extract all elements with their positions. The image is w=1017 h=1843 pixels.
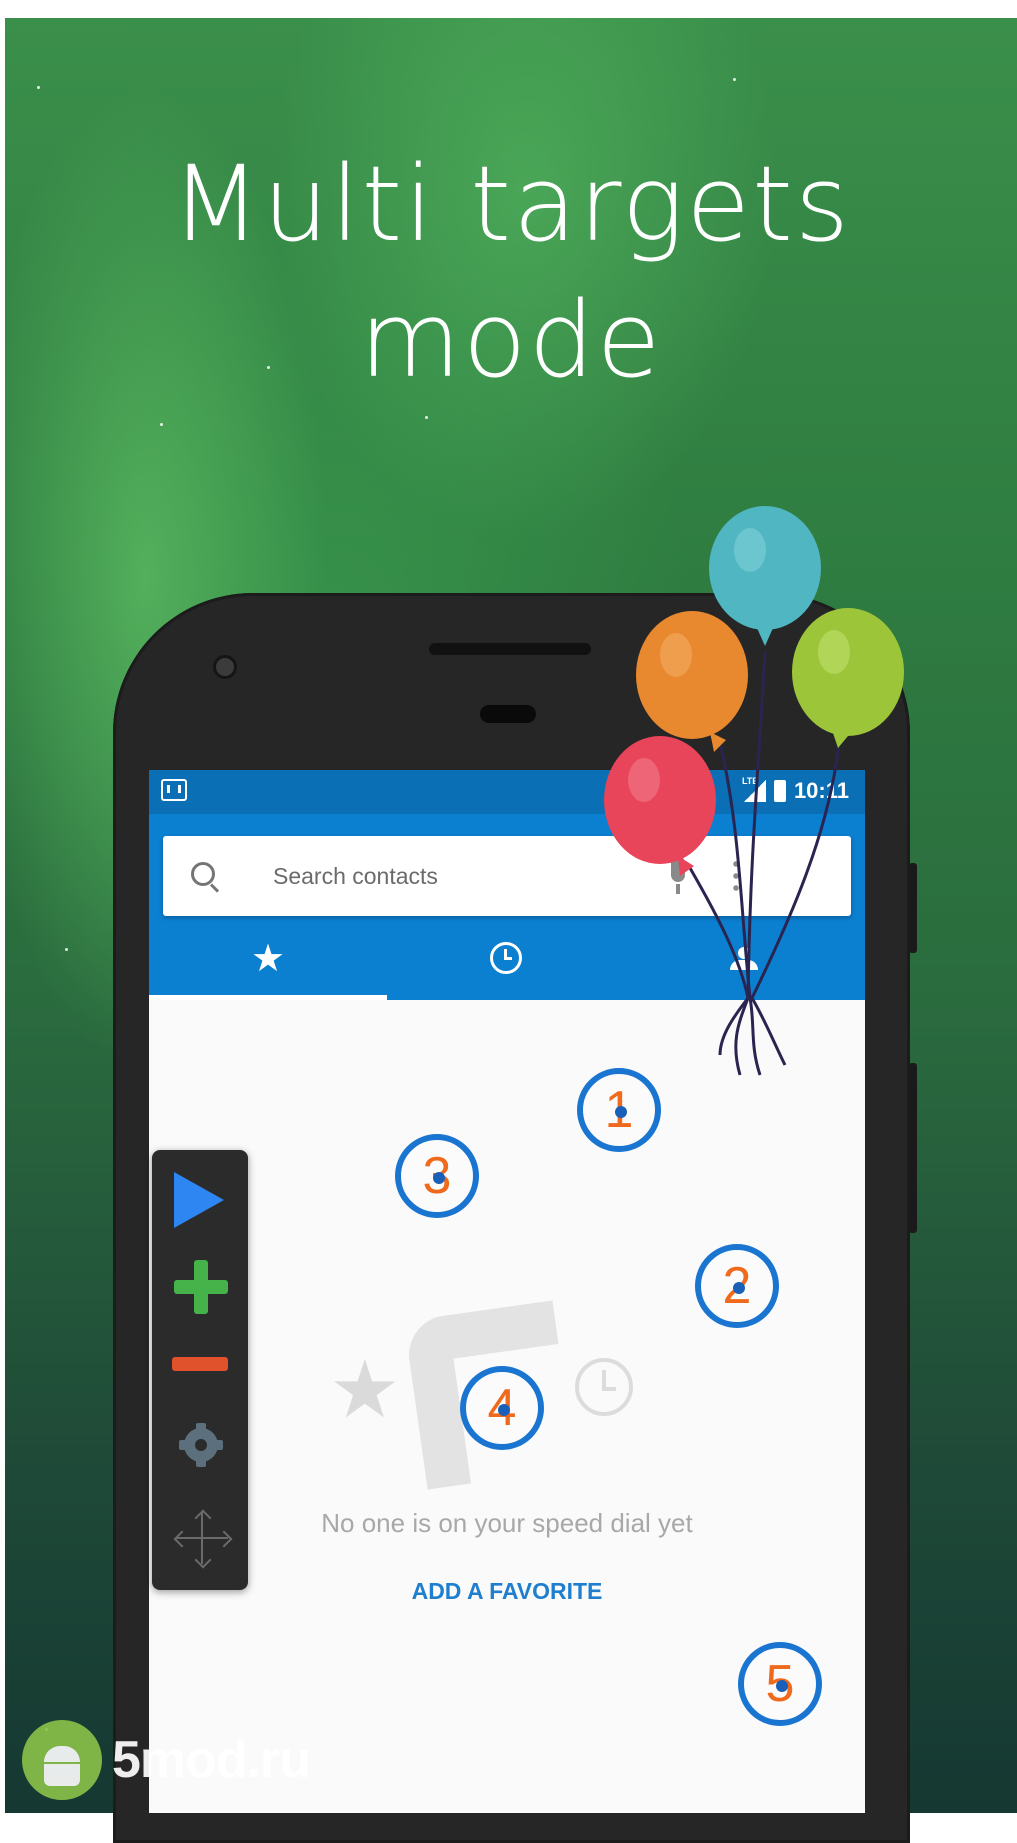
- target-center-dot: [433, 1172, 445, 1184]
- headline-line-1: Multi targets: [170, 143, 852, 265]
- earpiece-speaker: [429, 643, 591, 655]
- gear-center: [195, 1439, 207, 1451]
- promo-headline: Multi targets mode: [5, 136, 1017, 408]
- star-dot: [425, 416, 428, 419]
- arrow-right-icon: [215, 1530, 233, 1548]
- tab-speed-dial[interactable]: ★: [149, 916, 387, 1000]
- star-dot: [65, 948, 68, 951]
- arrow-down-icon: [194, 1551, 212, 1569]
- minus-icon[interactable]: [172, 1357, 228, 1371]
- front-camera: [213, 655, 237, 679]
- floating-control-panel: [152, 1150, 248, 1590]
- mail-icon: [161, 779, 187, 801]
- tap-target-4[interactable]: 4: [460, 1366, 544, 1450]
- clock-icon: [490, 942, 522, 974]
- plus-icon[interactable]: [174, 1260, 228, 1314]
- tap-target-3[interactable]: 3: [395, 1134, 479, 1218]
- balloon-green: [792, 608, 904, 748]
- empty-state-message: No one is on your speed dial yet: [321, 1508, 693, 1538]
- target-center-dot: [498, 1404, 510, 1416]
- star-dot: [37, 86, 40, 89]
- star-dot: [160, 423, 163, 426]
- balloon-red: [604, 736, 716, 876]
- tap-target-5[interactable]: 5: [738, 1642, 822, 1726]
- star-icon: ★: [329, 1343, 401, 1436]
- search-icon[interactable]: [191, 862, 215, 886]
- proximity-sensor: [480, 705, 536, 723]
- arrow-left-icon: [173, 1530, 191, 1548]
- watermark-text: 5mod.ru: [112, 1731, 311, 1789]
- target-center-dot: [733, 1282, 745, 1294]
- balloons-decoration: [604, 506, 904, 1076]
- target-center-dot: [615, 1106, 627, 1118]
- balloon-orange: [636, 611, 748, 752]
- star-dot: [733, 78, 736, 81]
- settings-button[interactable]: [178, 1422, 224, 1468]
- target-center-dot: [776, 1680, 788, 1692]
- clock-icon: [575, 1358, 633, 1416]
- star-icon: ★: [250, 936, 286, 980]
- android-icon: [22, 1720, 102, 1800]
- arrow-up-icon: [194, 1509, 212, 1527]
- watermark: 5mod.ru: [22, 1718, 311, 1802]
- add-favorite-button[interactable]: ADD A FAVORITE: [149, 1578, 865, 1605]
- headline-line-2: mode: [359, 279, 663, 401]
- tab-selected-indicator: [149, 995, 387, 1000]
- tap-target-2[interactable]: 2: [695, 1244, 779, 1328]
- play-icon[interactable]: [174, 1172, 224, 1228]
- move-icon[interactable]: [173, 1509, 233, 1569]
